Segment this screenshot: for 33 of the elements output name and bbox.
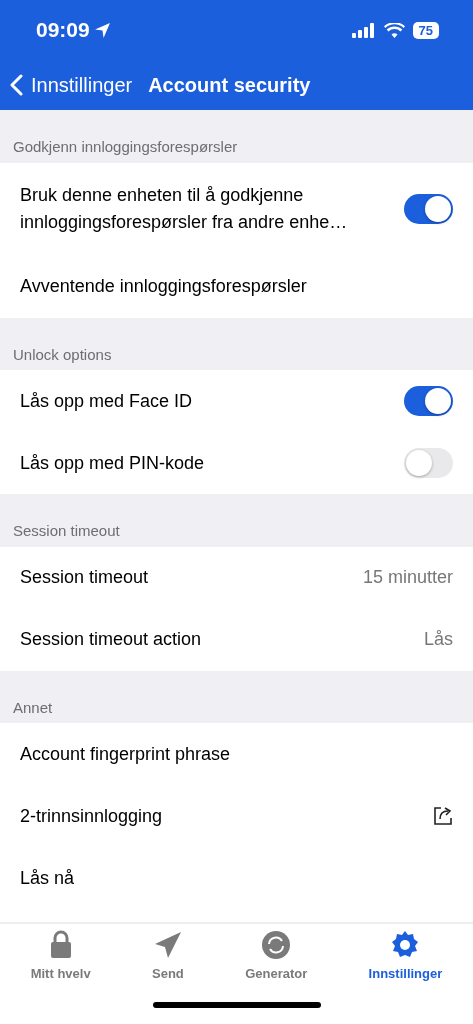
- battery-indicator: 75: [412, 21, 439, 39]
- external-link-icon: [433, 806, 453, 826]
- row-label: Account fingerprint phrase: [20, 742, 231, 766]
- row-label: Bruk denne enheten til å godkjenne innloggingsforespørsler fra andre enhe…: [20, 184, 349, 234]
- row-label: 2-trinnsinnlogging: [20, 804, 163, 828]
- location-icon: [93, 21, 111, 39]
- section-header: Annet: [0, 670, 473, 723]
- page-title: Account security: [148, 73, 311, 98]
- signal-icon: [351, 22, 376, 38]
- settings-icon: [390, 930, 421, 960]
- wifi-icon: [383, 22, 405, 38]
- tab-button[interactable]: Send: [152, 924, 184, 984]
- back-button[interactable]: Innstillinger: [10, 70, 133, 100]
- row-label: Lås opp med Face ID: [20, 389, 193, 413]
- toggle-switch[interactable]: [404, 448, 453, 478]
- section-header: Godkjenn innloggingsforespørsler: [0, 110, 473, 163]
- section-header: Unlock options: [0, 317, 473, 370]
- refresh-icon: [261, 930, 292, 960]
- toggle-switch[interactable]: [404, 386, 453, 416]
- chevron-left-icon: [10, 74, 23, 96]
- row-label: Session timeout action: [20, 628, 202, 651]
- row-label: Lås nå: [20, 866, 75, 890]
- row-value: Lås: [423, 628, 453, 651]
- row-label: Lås opp med PIN-kode: [20, 451, 205, 475]
- status-time: 09:09: [36, 17, 90, 44]
- tab-button[interactable]: Generator: [245, 924, 308, 984]
- row-value: 15 minutter: [362, 566, 453, 589]
- row-label: Avventende innloggingsforespørsler: [20, 275, 307, 298]
- tab-button[interactable]: Innstillinger: [368, 924, 443, 984]
- section-header: Session timeout: [0, 494, 473, 547]
- row-label: Session timeout: [20, 566, 149, 589]
- toggle-switch[interactable]: [404, 194, 453, 224]
- tab-button[interactable]: Mitt hvelv: [30, 924, 91, 984]
